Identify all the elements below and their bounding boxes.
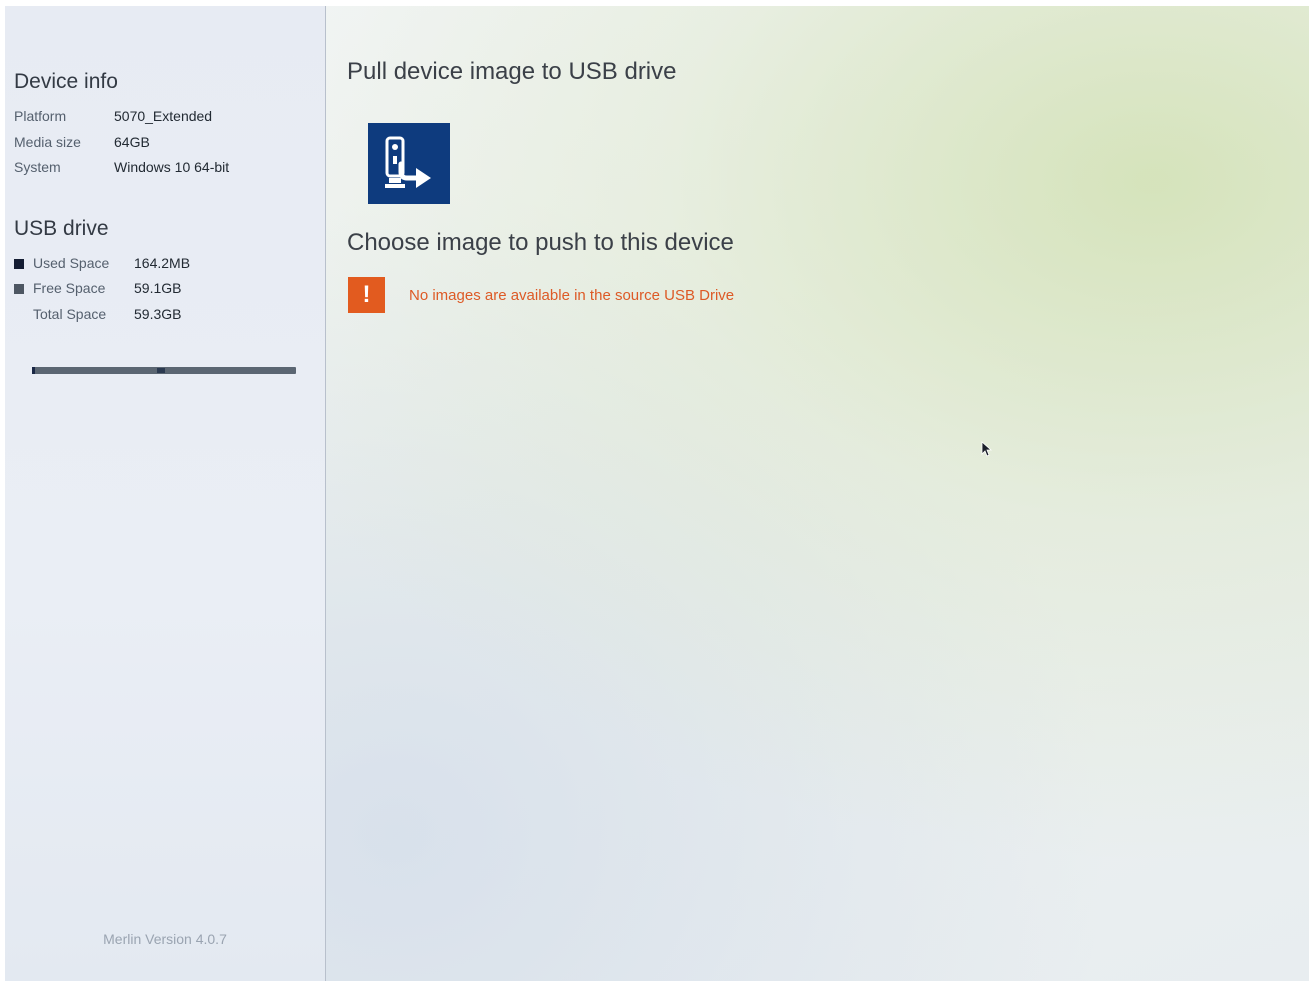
no-images-message: No images are available in the source US… (409, 287, 735, 304)
warning-icon: ! (348, 277, 385, 313)
app-screen: Device info Platform 5070_Extended Media … (5, 6, 1309, 981)
platform-label: Platform (14, 108, 67, 124)
sidebar: Device info Platform 5070_Extended Media … (5, 6, 326, 981)
free-space-label: Free Space (33, 280, 106, 296)
total-space-label: Total Space (33, 306, 107, 322)
used-space-swatch (14, 259, 24, 269)
platform-row: Platform 5070_Extended (14, 108, 212, 124)
push-image-title: Choose image to push to this device (347, 229, 734, 256)
version-label: Merlin Version 4.0.7 (103, 931, 227, 947)
total-space-value: 59.3GB (134, 306, 182, 322)
usb-usage-bar (32, 367, 296, 374)
media-size-value: 64GB (114, 134, 150, 150)
usb-drive-title: USB drive (14, 217, 109, 240)
device-info-title: Device info (14, 70, 118, 93)
media-size-row: Media size 64GB (14, 134, 150, 150)
mouse-cursor-icon (981, 441, 993, 457)
used-space-label: Used Space (33, 255, 110, 271)
usage-bar-marker (157, 368, 165, 373)
usb-export-icon (385, 136, 431, 188)
total-space-row: Total Space 59.3GB (14, 306, 181, 322)
usb-usage-fill (32, 367, 35, 374)
pull-image-button[interactable] (368, 123, 450, 204)
system-value: Windows 10 64-bit (114, 159, 230, 175)
free-space-row: Free Space 59.1GB (14, 280, 181, 296)
free-space-value: 59.1GB (134, 280, 182, 296)
main-panel: Pull device image to USB drive Choose im… (327, 6, 1309, 981)
system-label: System (14, 159, 61, 175)
pull-image-title: Pull device image to USB drive (347, 58, 677, 85)
free-space-swatch (14, 284, 24, 294)
used-space-row: Used Space 164.2MB (14, 255, 190, 271)
used-space-value: 164.2MB (134, 255, 191, 271)
media-size-label: Media size (14, 134, 81, 150)
platform-value: 5070_Extended (114, 108, 213, 124)
system-row: System Windows 10 64-bit (14, 159, 229, 175)
